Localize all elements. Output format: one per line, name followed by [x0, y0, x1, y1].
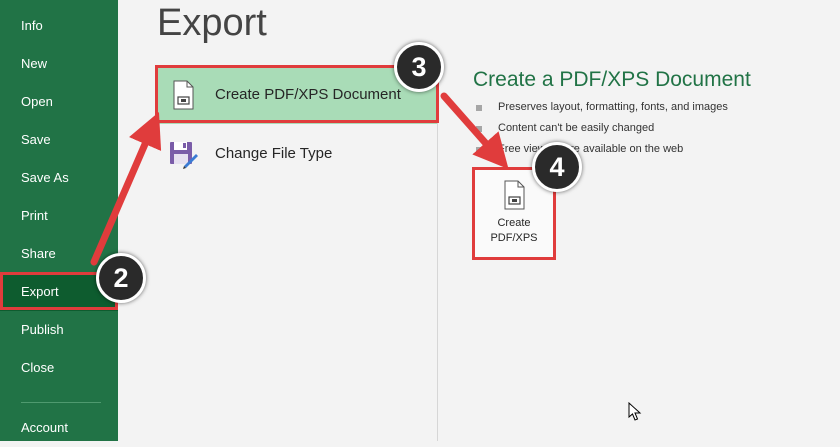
step-badge-4: 4: [532, 142, 582, 192]
step-badge-2: 2: [96, 253, 146, 303]
step-badge-3: 3: [394, 42, 444, 92]
mouse-cursor-icon: [628, 401, 642, 427]
arrow-step2-to-step3: [90, 111, 162, 266]
arrow-step3-to-step4: [440, 92, 509, 170]
